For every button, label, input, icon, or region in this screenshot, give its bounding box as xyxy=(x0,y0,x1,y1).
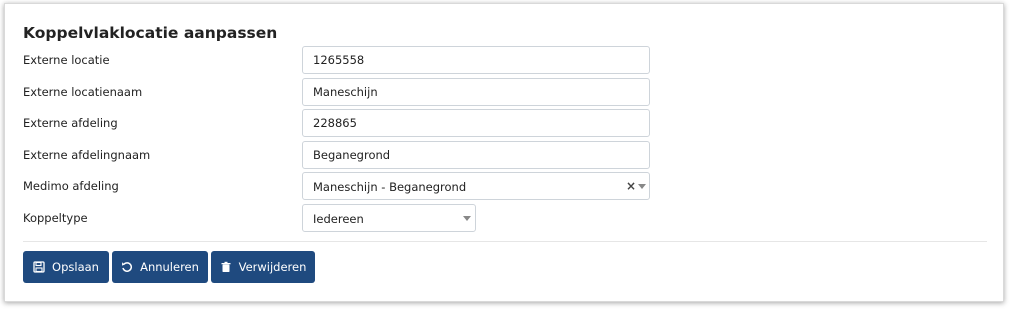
form-row-externe-locatie: Externe locatie xyxy=(23,46,983,74)
form-divider xyxy=(23,241,987,242)
delete-button-label: Verwijderen xyxy=(238,260,307,274)
form-row-koppeltype: Koppeltype Iedereen xyxy=(23,204,983,232)
field-label-externe-afdeling: Externe afdeling xyxy=(23,116,118,130)
trash-icon xyxy=(220,261,232,273)
page-title: Koppelvlaklocatie aanpassen xyxy=(23,24,278,42)
form-row-medimo-afdeling: Medimo afdeling Maneschijn - Beganegrond… xyxy=(23,172,983,200)
save-button[interactable]: Opslaan xyxy=(23,251,109,283)
form-row-externe-afdelingnaam: Externe afdelingnaam xyxy=(23,141,983,169)
externe-afdelingnaam-input[interactable] xyxy=(302,141,650,169)
form-row-externe-locatienaam: Externe locatienaam xyxy=(23,78,983,106)
chevron-down-icon[interactable] xyxy=(463,216,471,221)
medimo-afdeling-select[interactable]: Maneschijn - Beganegrond × xyxy=(302,172,650,200)
field-label-externe-locatienaam: Externe locatienaam xyxy=(23,85,143,99)
edit-panel: Koppelvlaklocatie aanpassen Externe loca… xyxy=(4,3,1004,302)
externe-locatienaam-input[interactable] xyxy=(302,78,650,106)
field-label-medimo-afdeling: Medimo afdeling xyxy=(23,179,119,193)
clear-selection-icon[interactable]: × xyxy=(626,179,636,193)
field-label-koppeltype: Koppeltype xyxy=(23,211,88,225)
koppeltype-select[interactable]: Iedereen xyxy=(302,204,476,232)
externe-afdeling-input[interactable] xyxy=(302,109,650,137)
koppeltype-selected-value: Iedereen xyxy=(313,212,364,226)
floppy-disk-icon xyxy=(33,261,45,273)
cancel-button-label: Annuleren xyxy=(140,260,199,274)
externe-locatie-input[interactable] xyxy=(302,46,650,74)
delete-button[interactable]: Verwijderen xyxy=(211,251,315,283)
cancel-button[interactable]: Annuleren xyxy=(112,251,208,283)
save-button-label: Opslaan xyxy=(52,260,99,274)
chevron-down-icon[interactable] xyxy=(638,184,646,189)
field-label-externe-afdelingnaam: Externe afdelingnaam xyxy=(23,148,151,162)
form-row-externe-afdeling: Externe afdeling xyxy=(23,109,983,137)
undo-icon xyxy=(121,261,133,273)
medimo-afdeling-selected-value: Maneschijn - Beganegrond xyxy=(313,180,467,194)
field-label-externe-locatie: Externe locatie xyxy=(23,53,110,67)
